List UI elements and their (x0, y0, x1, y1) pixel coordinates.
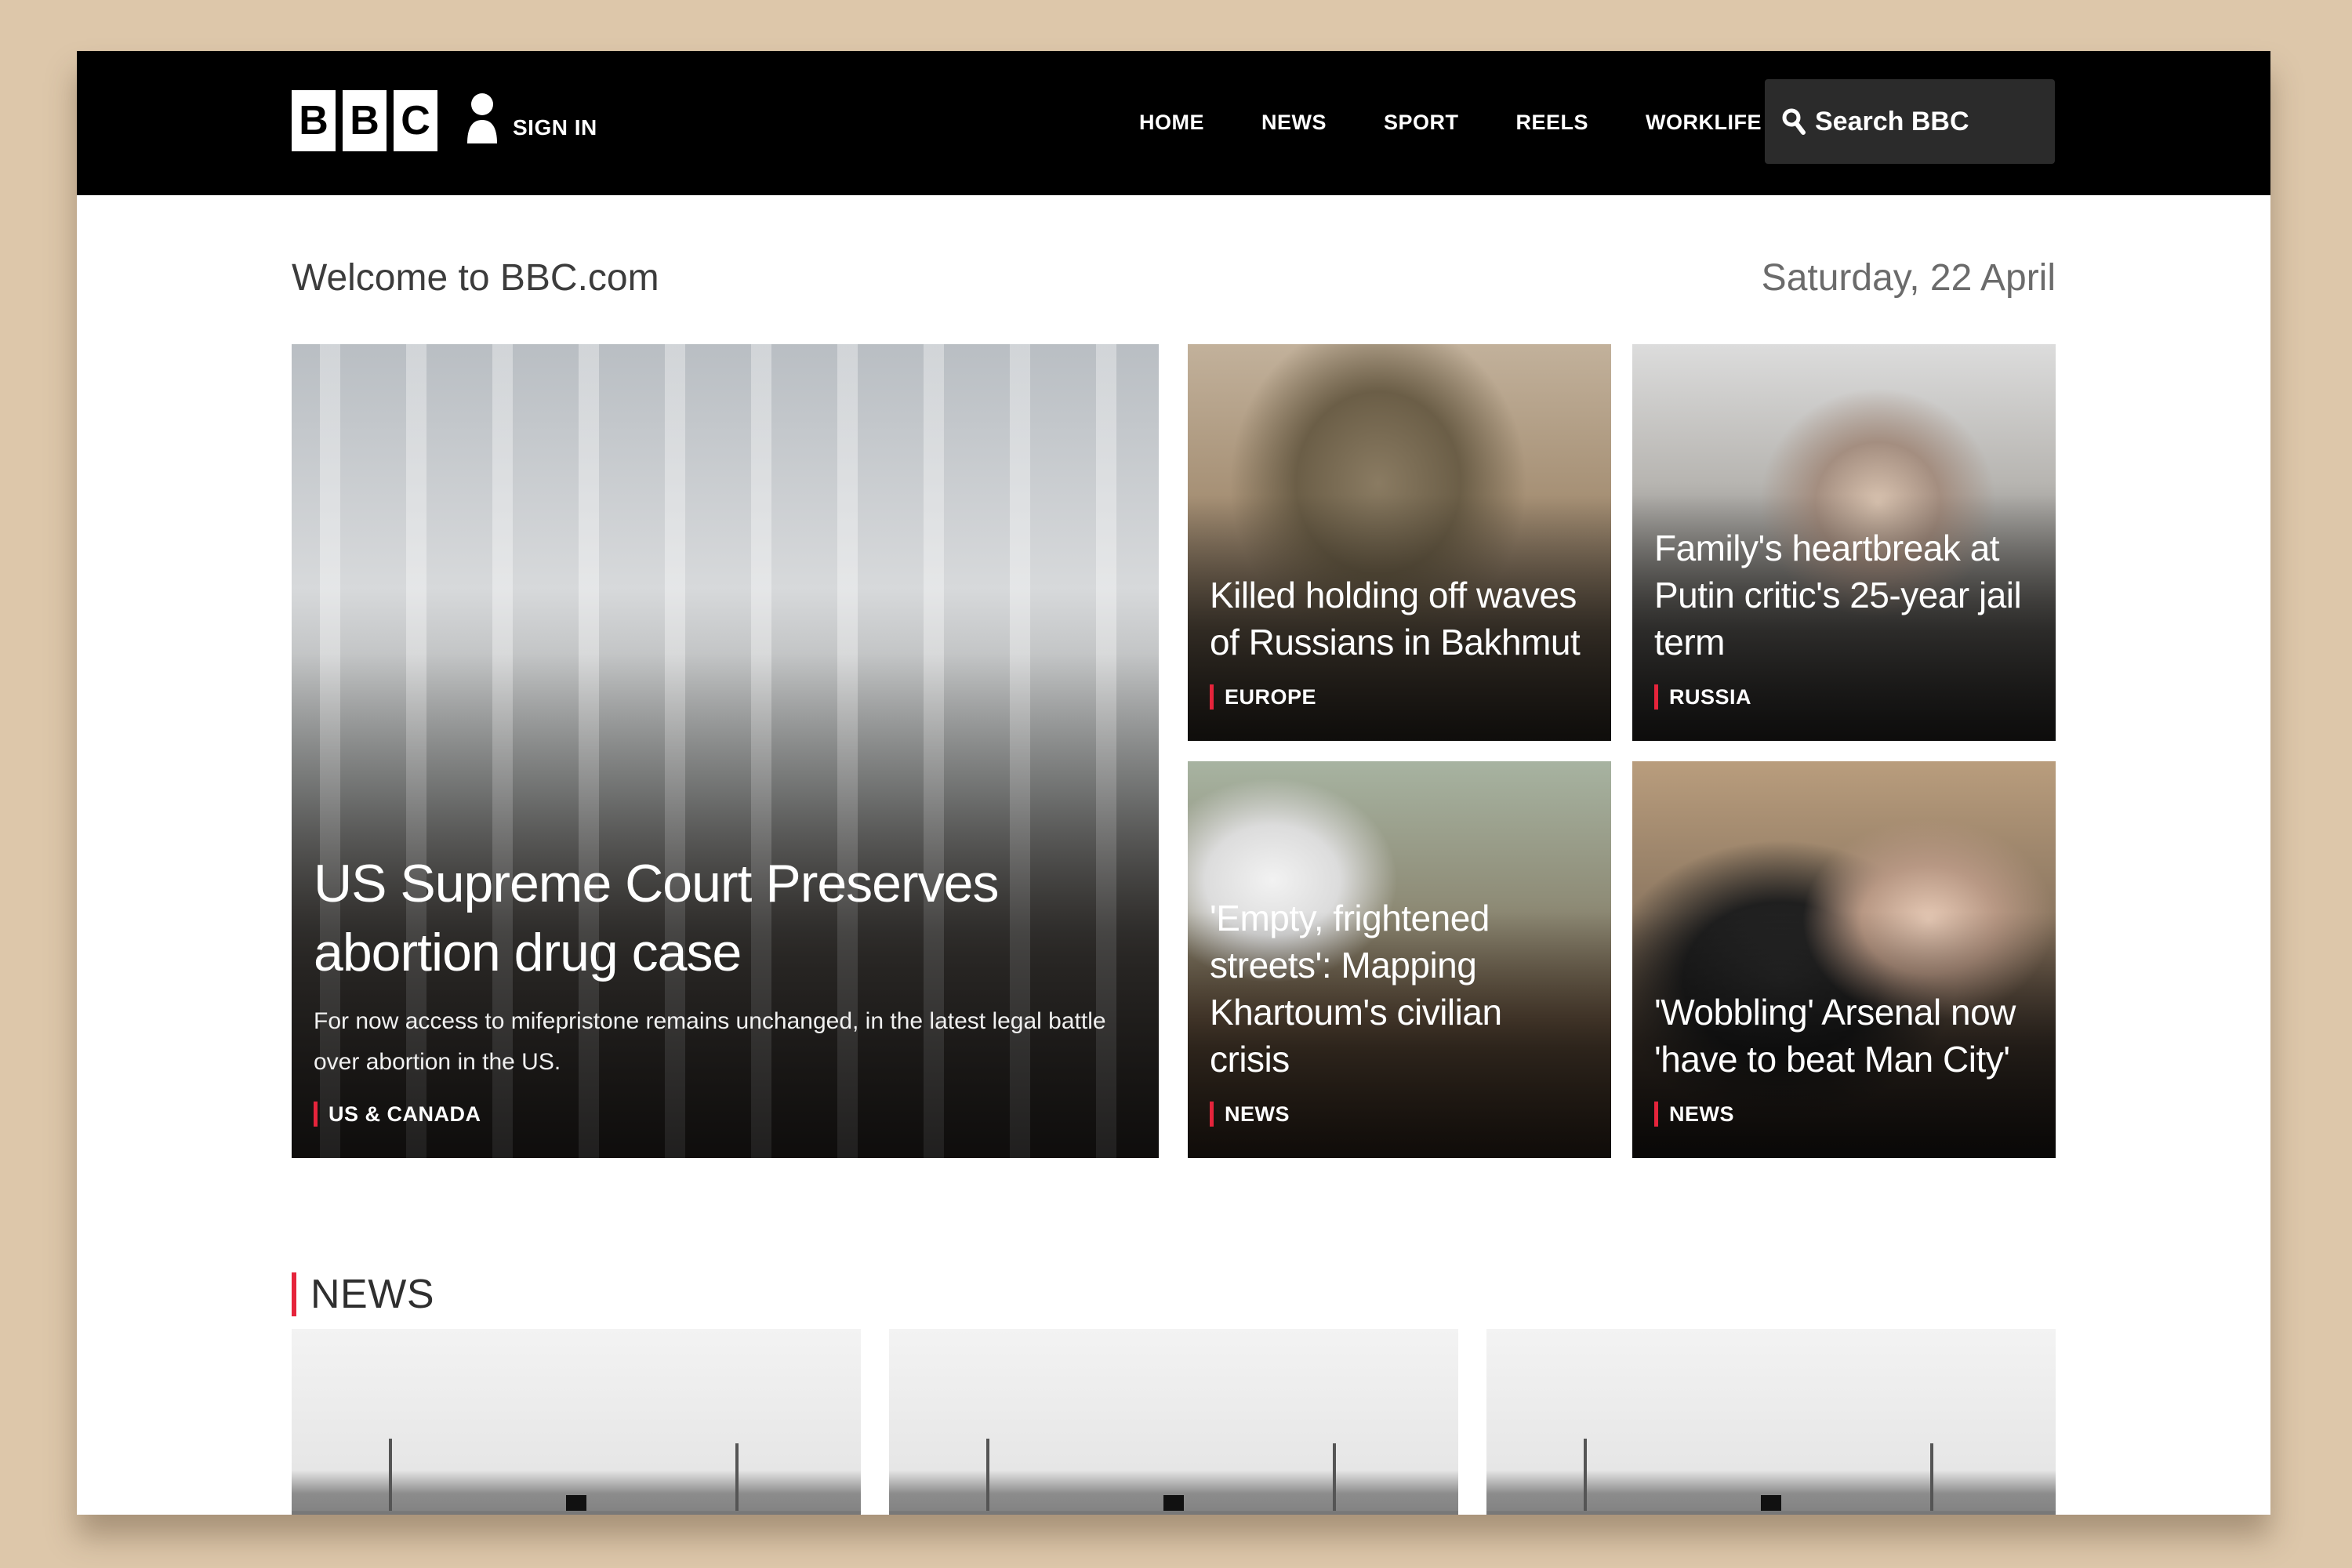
logo-letter-c: C (394, 90, 437, 151)
nav-reels[interactable]: REELS (1516, 111, 1589, 135)
search-box[interactable]: Search BBC (1765, 79, 2055, 164)
logo-letter-b1: B (292, 90, 336, 151)
story-text: Killed holding off waves of Russians in … (1210, 572, 1589, 710)
story-tag[interactable]: NEWS (1210, 1102, 1290, 1127)
user-icon (467, 93, 497, 143)
story-headline[interactable]: 'Empty, frightened streets': Mapping Kha… (1210, 895, 1589, 1083)
news-thumbnail-3[interactable] (1486, 1329, 2056, 1515)
story-card-khartoum[interactable]: 'Empty, frightened streets': Mapping Kha… (1188, 761, 1611, 1158)
story-text: 'Empty, frightened streets': Mapping Kha… (1210, 895, 1589, 1127)
story-card-arsenal[interactable]: 'Wobbling' Arsenal now 'have to beat Man… (1632, 761, 2056, 1158)
logo-letter-b2: B (343, 90, 387, 151)
main-nav: HOME NEWS SPORT REELS WORKLIFE (1139, 111, 1819, 135)
story-tag[interactable]: NEWS (1654, 1102, 1734, 1127)
nav-sport[interactable]: SPORT (1384, 111, 1459, 135)
ship-mast (1584, 1439, 1587, 1515)
ship-mast (1930, 1443, 1933, 1515)
sign-in-button[interactable]: SIGN IN (466, 92, 597, 143)
shoreline (1486, 1511, 2056, 1515)
ship-mast (389, 1439, 392, 1515)
search-icon (1782, 108, 1806, 135)
search-label: Search BBC (1815, 106, 1969, 136)
featured-story-summary: For now access to mifepristone remains u… (314, 1008, 1106, 1075)
shoreline (292, 1511, 861, 1515)
ship-mast (1333, 1443, 1336, 1515)
nav-home[interactable]: HOME (1139, 111, 1204, 135)
nav-news[interactable]: NEWS (1261, 111, 1327, 135)
featured-story-tag[interactable]: US & CANADA (314, 1102, 481, 1127)
browser-viewport: B B C SIGN IN HOME NEWS SPORT REELS WORK… (77, 51, 2270, 1515)
story-text: 'Wobbling' Arsenal now 'have to beat Man… (1654, 989, 2034, 1127)
bbc-logo[interactable]: B B C (292, 90, 437, 151)
story-headline[interactable]: Killed holding off waves of Russians in … (1210, 572, 1589, 666)
story-tag[interactable]: EUROPE (1210, 684, 1316, 710)
story-card-putin-critic[interactable]: Family's heartbreak at Putin critic's 25… (1632, 344, 2056, 741)
featured-story-text: US Supreme Court Preserves abortion drug… (314, 849, 1137, 1127)
story-headline[interactable]: Family's heartbreak at Putin critic's 25… (1654, 524, 2034, 666)
ship-mast (986, 1439, 989, 1515)
story-headline[interactable]: 'Wobbling' Arsenal now 'have to beat Man… (1654, 989, 2034, 1083)
top-navigation-bar: B B C SIGN IN HOME NEWS SPORT REELS WORK… (77, 51, 2270, 195)
current-date: Saturday, 22 April (1761, 257, 2056, 299)
nav-worklife[interactable]: WORKLIFE (1646, 111, 1762, 135)
story-tag[interactable]: RUSSIA (1654, 684, 1751, 710)
ship-mast (735, 1443, 739, 1515)
shoreline (889, 1511, 1458, 1515)
featured-story-card[interactable]: US Supreme Court Preserves abortion drug… (292, 344, 1159, 1158)
news-thumbnail-2[interactable] (889, 1329, 1458, 1515)
story-card-bakhmut[interactable]: Killed holding off waves of Russians in … (1188, 344, 1611, 741)
featured-story-headline[interactable]: US Supreme Court Preserves abortion drug… (314, 849, 1137, 987)
news-thumbnail-1[interactable] (292, 1329, 861, 1515)
story-text: Family's heartbreak at Putin critic's 25… (1654, 524, 2034, 710)
sign-in-label: SIGN IN (513, 115, 597, 140)
welcome-heading: Welcome to BBC.com (292, 257, 659, 299)
news-section-title[interactable]: NEWS (292, 1272, 434, 1316)
